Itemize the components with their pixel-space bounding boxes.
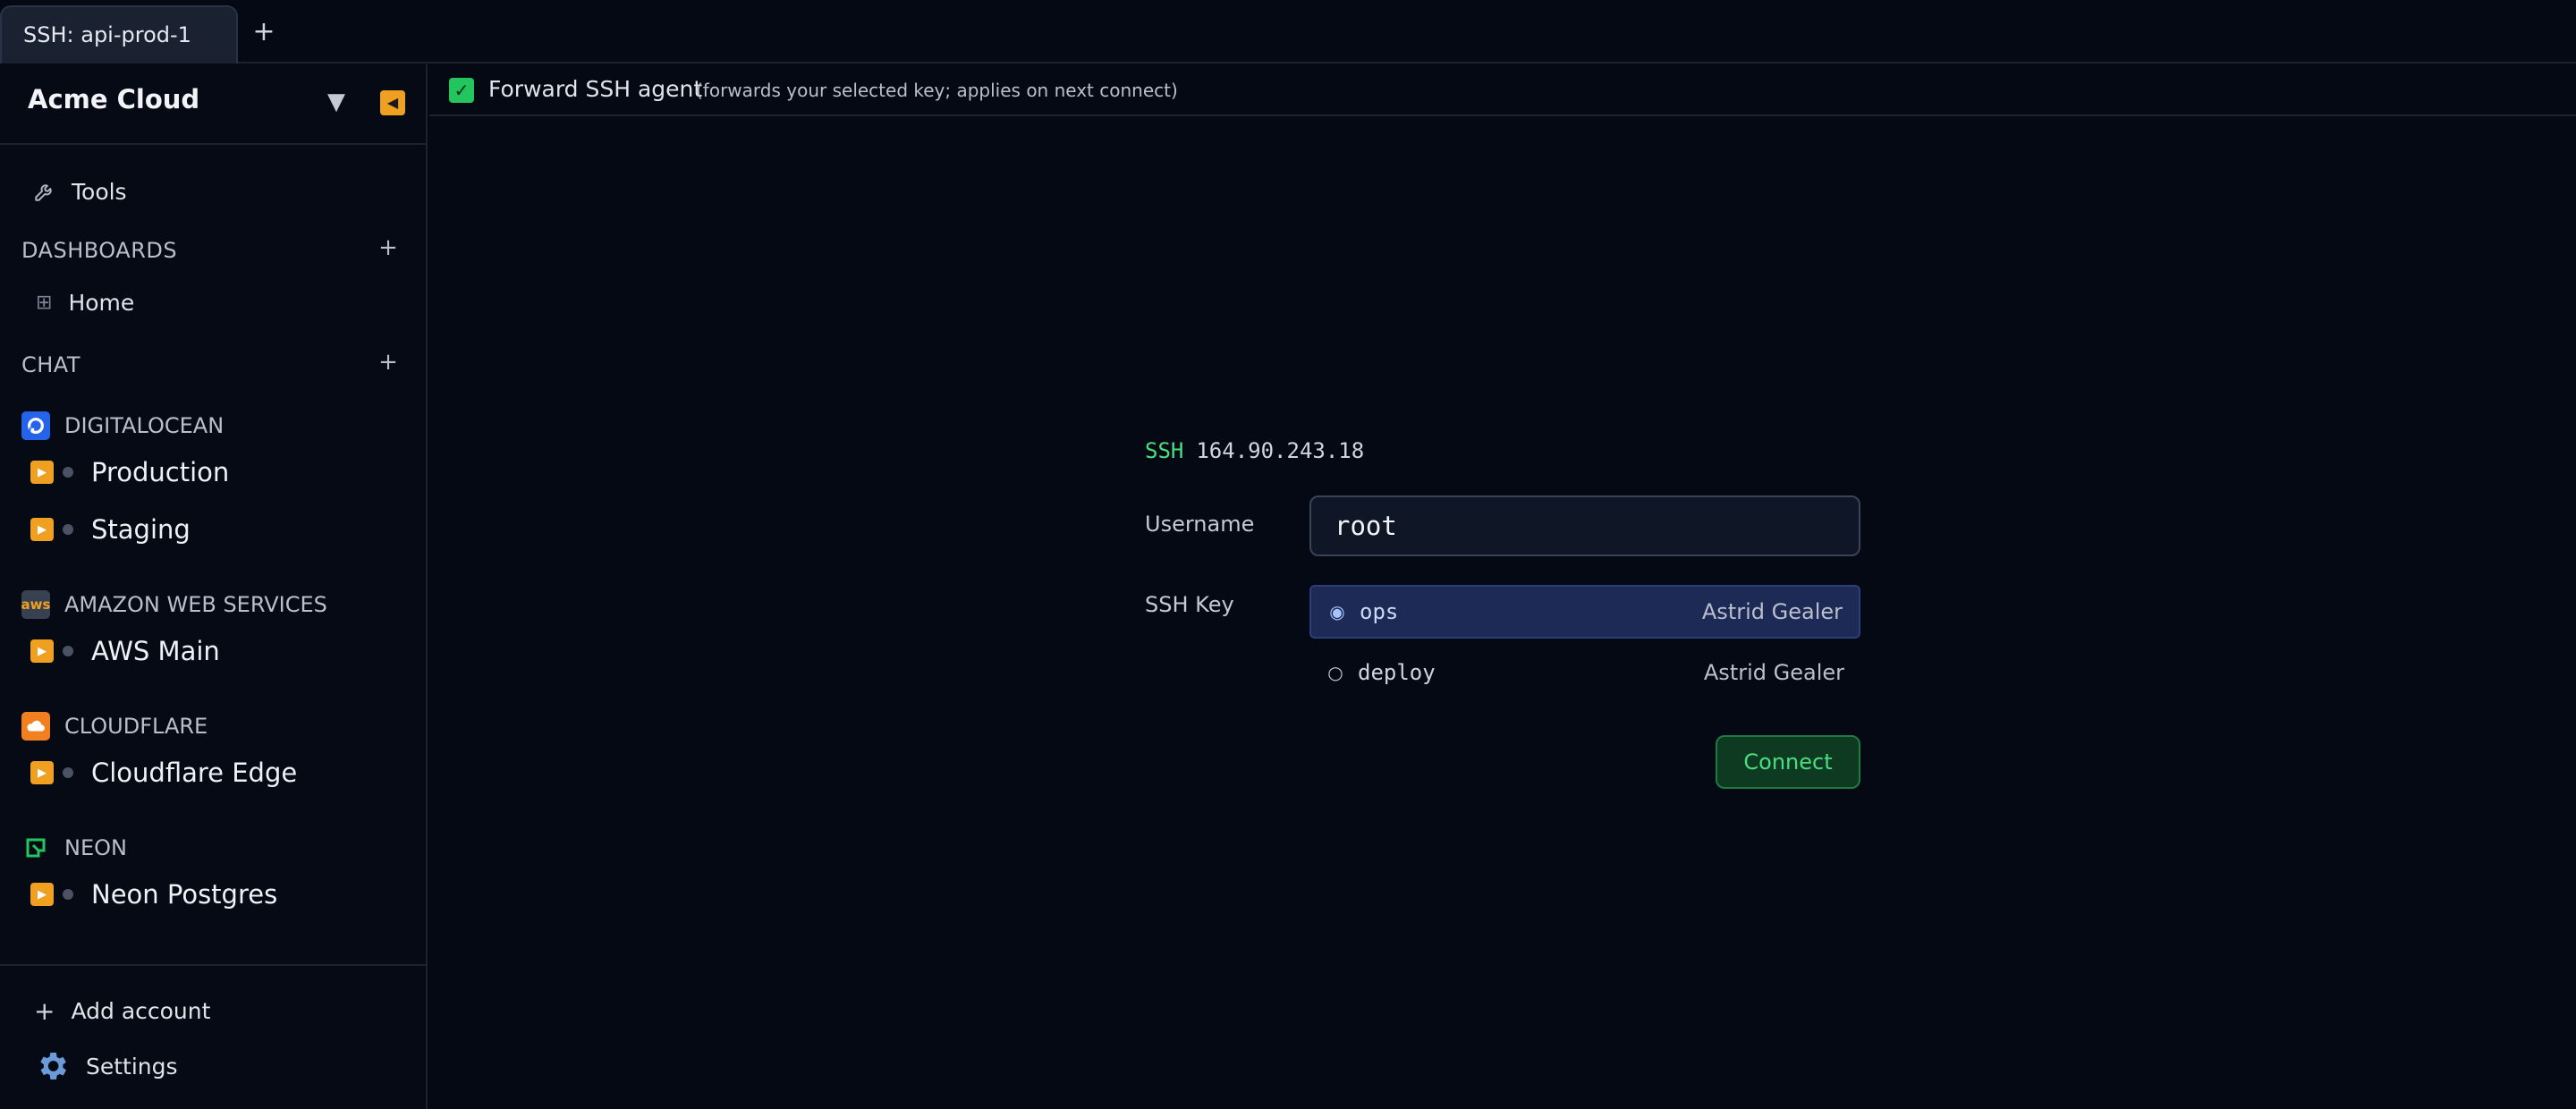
dashboards-section-title: DASHBOARDS: [21, 238, 178, 263]
plus-icon: +: [34, 995, 55, 1026]
workspace-dropdown-icon[interactable]: ▼: [324, 89, 349, 114]
status-dot: [63, 646, 73, 656]
add-account-label: Add account: [71, 997, 211, 1024]
connection-neon-postgres[interactable]: ▶ Neon Postgres: [30, 871, 277, 918]
digitalocean-icon: [21, 411, 50, 440]
status-dot: [63, 524, 73, 535]
cloudflare-icon: [21, 712, 50, 741]
provider-name: AMAZON WEB SERVICES: [64, 592, 327, 617]
home-label: Home: [68, 289, 135, 316]
provider-name: NEON: [64, 835, 127, 860]
status-dot: [63, 889, 73, 900]
connect-button[interactable]: Connect: [1716, 735, 1860, 789]
tools-icon: [32, 179, 57, 204]
key-owner: Astrid Gealer: [1703, 660, 1844, 685]
provider-cloudflare[interactable]: CLOUDFLARE: [21, 707, 208, 746]
grid-icon: ⊞: [36, 291, 53, 314]
ssh-protocol: SSH: [1145, 438, 1184, 463]
provider-name: DIGITALOCEAN: [64, 413, 225, 438]
username-input[interactable]: root: [1309, 495, 1860, 556]
connection-label: Cloudflare Edge: [91, 758, 298, 788]
connection-aws-main[interactable]: ▶ AWS Main: [30, 628, 220, 674]
settings-button[interactable]: Settings: [34, 1045, 178, 1088]
gear-icon: [34, 1048, 70, 1084]
ssh-host: 164.90.243.18: [1196, 438, 1365, 463]
status-dot: [63, 467, 73, 478]
connection-label: Neon Postgres: [91, 879, 278, 910]
chat-section-title: CHAT: [21, 352, 81, 377]
username-label: Username: [1145, 512, 1255, 537]
provider-aws[interactable]: aws AMAZON WEB SERVICES: [21, 585, 327, 624]
sidebar-item-home[interactable]: ⊞ Home: [36, 283, 134, 322]
ssh-key-label: SSH Key: [1145, 592, 1234, 617]
play-icon: ▶: [30, 761, 54, 784]
connection-label: Staging: [91, 514, 191, 545]
radio-selected-icon: ◉: [1329, 601, 1345, 622]
add-dashboard-button[interactable]: +: [377, 234, 399, 261]
play-icon: ▶: [30, 639, 54, 663]
connection-production[interactable]: ▶ Production: [30, 449, 229, 495]
radio-unselected-icon: ○: [1327, 662, 1343, 683]
connection-cloudflare-edge[interactable]: ▶ Cloudflare Edge: [30, 749, 297, 796]
tab-bar: SSH: api-prod-1 +: [0, 0, 2576, 63]
sidebar-divider: [0, 964, 426, 966]
add-chat-button[interactable]: +: [377, 349, 399, 376]
key-name: ops: [1360, 599, 1399, 624]
provider-digitalocean[interactable]: DIGITALOCEAN: [21, 406, 224, 445]
key-name: deploy: [1358, 660, 1436, 685]
connection-label: Production: [91, 457, 230, 487]
play-icon: ▶: [30, 883, 54, 906]
neon-icon: [21, 834, 50, 862]
forward-agent-hint: (forwards your selected key; applies on …: [696, 80, 1178, 101]
sidebar: Acme Cloud ▼ ◀ Tools DASHBOARDS + ⊞ Home…: [0, 64, 428, 1109]
ssh-key-option-ops[interactable]: ◉ ops Astrid Gealer: [1309, 585, 1860, 639]
status-dot: [63, 767, 73, 778]
connection-staging[interactable]: ▶ Staging: [30, 506, 191, 553]
workspace-header: Acme Cloud ▼ ◀: [0, 64, 426, 145]
tools-label: Tools: [72, 178, 127, 205]
settings-label: Settings: [86, 1053, 178, 1079]
connection-label: AWS Main: [91, 636, 220, 666]
play-icon: ▶: [30, 461, 54, 484]
key-owner: Astrid Gealer: [1701, 599, 1843, 624]
add-account-button[interactable]: + Add account: [34, 989, 210, 1032]
play-icon: ▶: [30, 518, 54, 541]
aws-icon: aws: [21, 590, 50, 619]
forward-agent-label[interactable]: Forward SSH agent: [488, 76, 702, 102]
ssh-target: SSH 164.90.243.18: [1145, 438, 1364, 463]
forward-agent-checkbox[interactable]: ✓: [449, 78, 474, 103]
ssh-key-option-deploy[interactable]: ○ deploy Astrid Gealer: [1309, 646, 1860, 699]
new-tab-button[interactable]: +: [250, 13, 277, 52]
workspace-name[interactable]: Acme Cloud: [28, 84, 199, 114]
sidebar-item-tools[interactable]: Tools: [32, 170, 127, 213]
provider-neon[interactable]: NEON: [21, 828, 127, 868]
ssh-options-bar: ✓ Forward SSH agent (forwards your selec…: [429, 64, 2576, 116]
collapse-sidebar-icon[interactable]: ◀: [380, 90, 405, 115]
provider-name: CLOUDFLARE: [64, 714, 208, 739]
tab-ssh-api-prod-1[interactable]: SSH: api-prod-1: [0, 5, 238, 63]
